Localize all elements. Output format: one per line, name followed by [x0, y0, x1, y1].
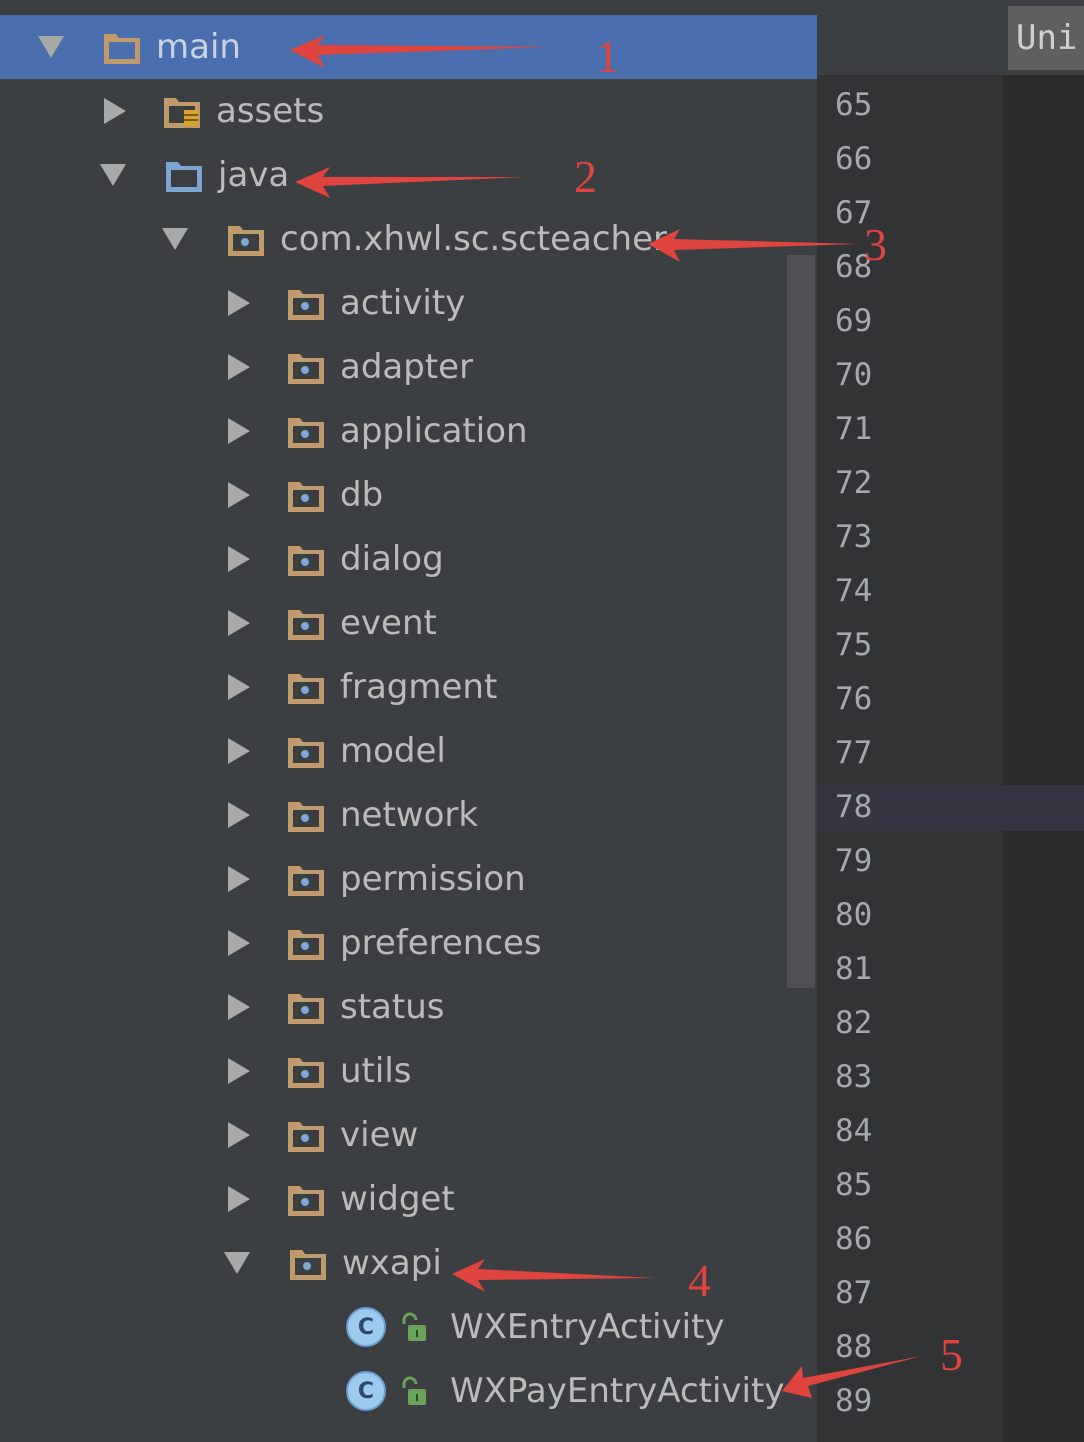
arrow-3 — [648, 229, 860, 262]
arrow-5 — [782, 1356, 922, 1398]
arrow-4 — [452, 1259, 655, 1292]
annotation-number: 5 — [940, 1329, 963, 1380]
annotation-number: 3 — [864, 219, 887, 270]
arrow-1 — [290, 35, 550, 68]
annotation-number: 2 — [574, 151, 597, 202]
arrow-2 — [295, 167, 525, 198]
annotation-arrows — [290, 35, 922, 1398]
annotation-number: 4 — [688, 1255, 711, 1306]
annotation-number: 1 — [596, 31, 619, 82]
